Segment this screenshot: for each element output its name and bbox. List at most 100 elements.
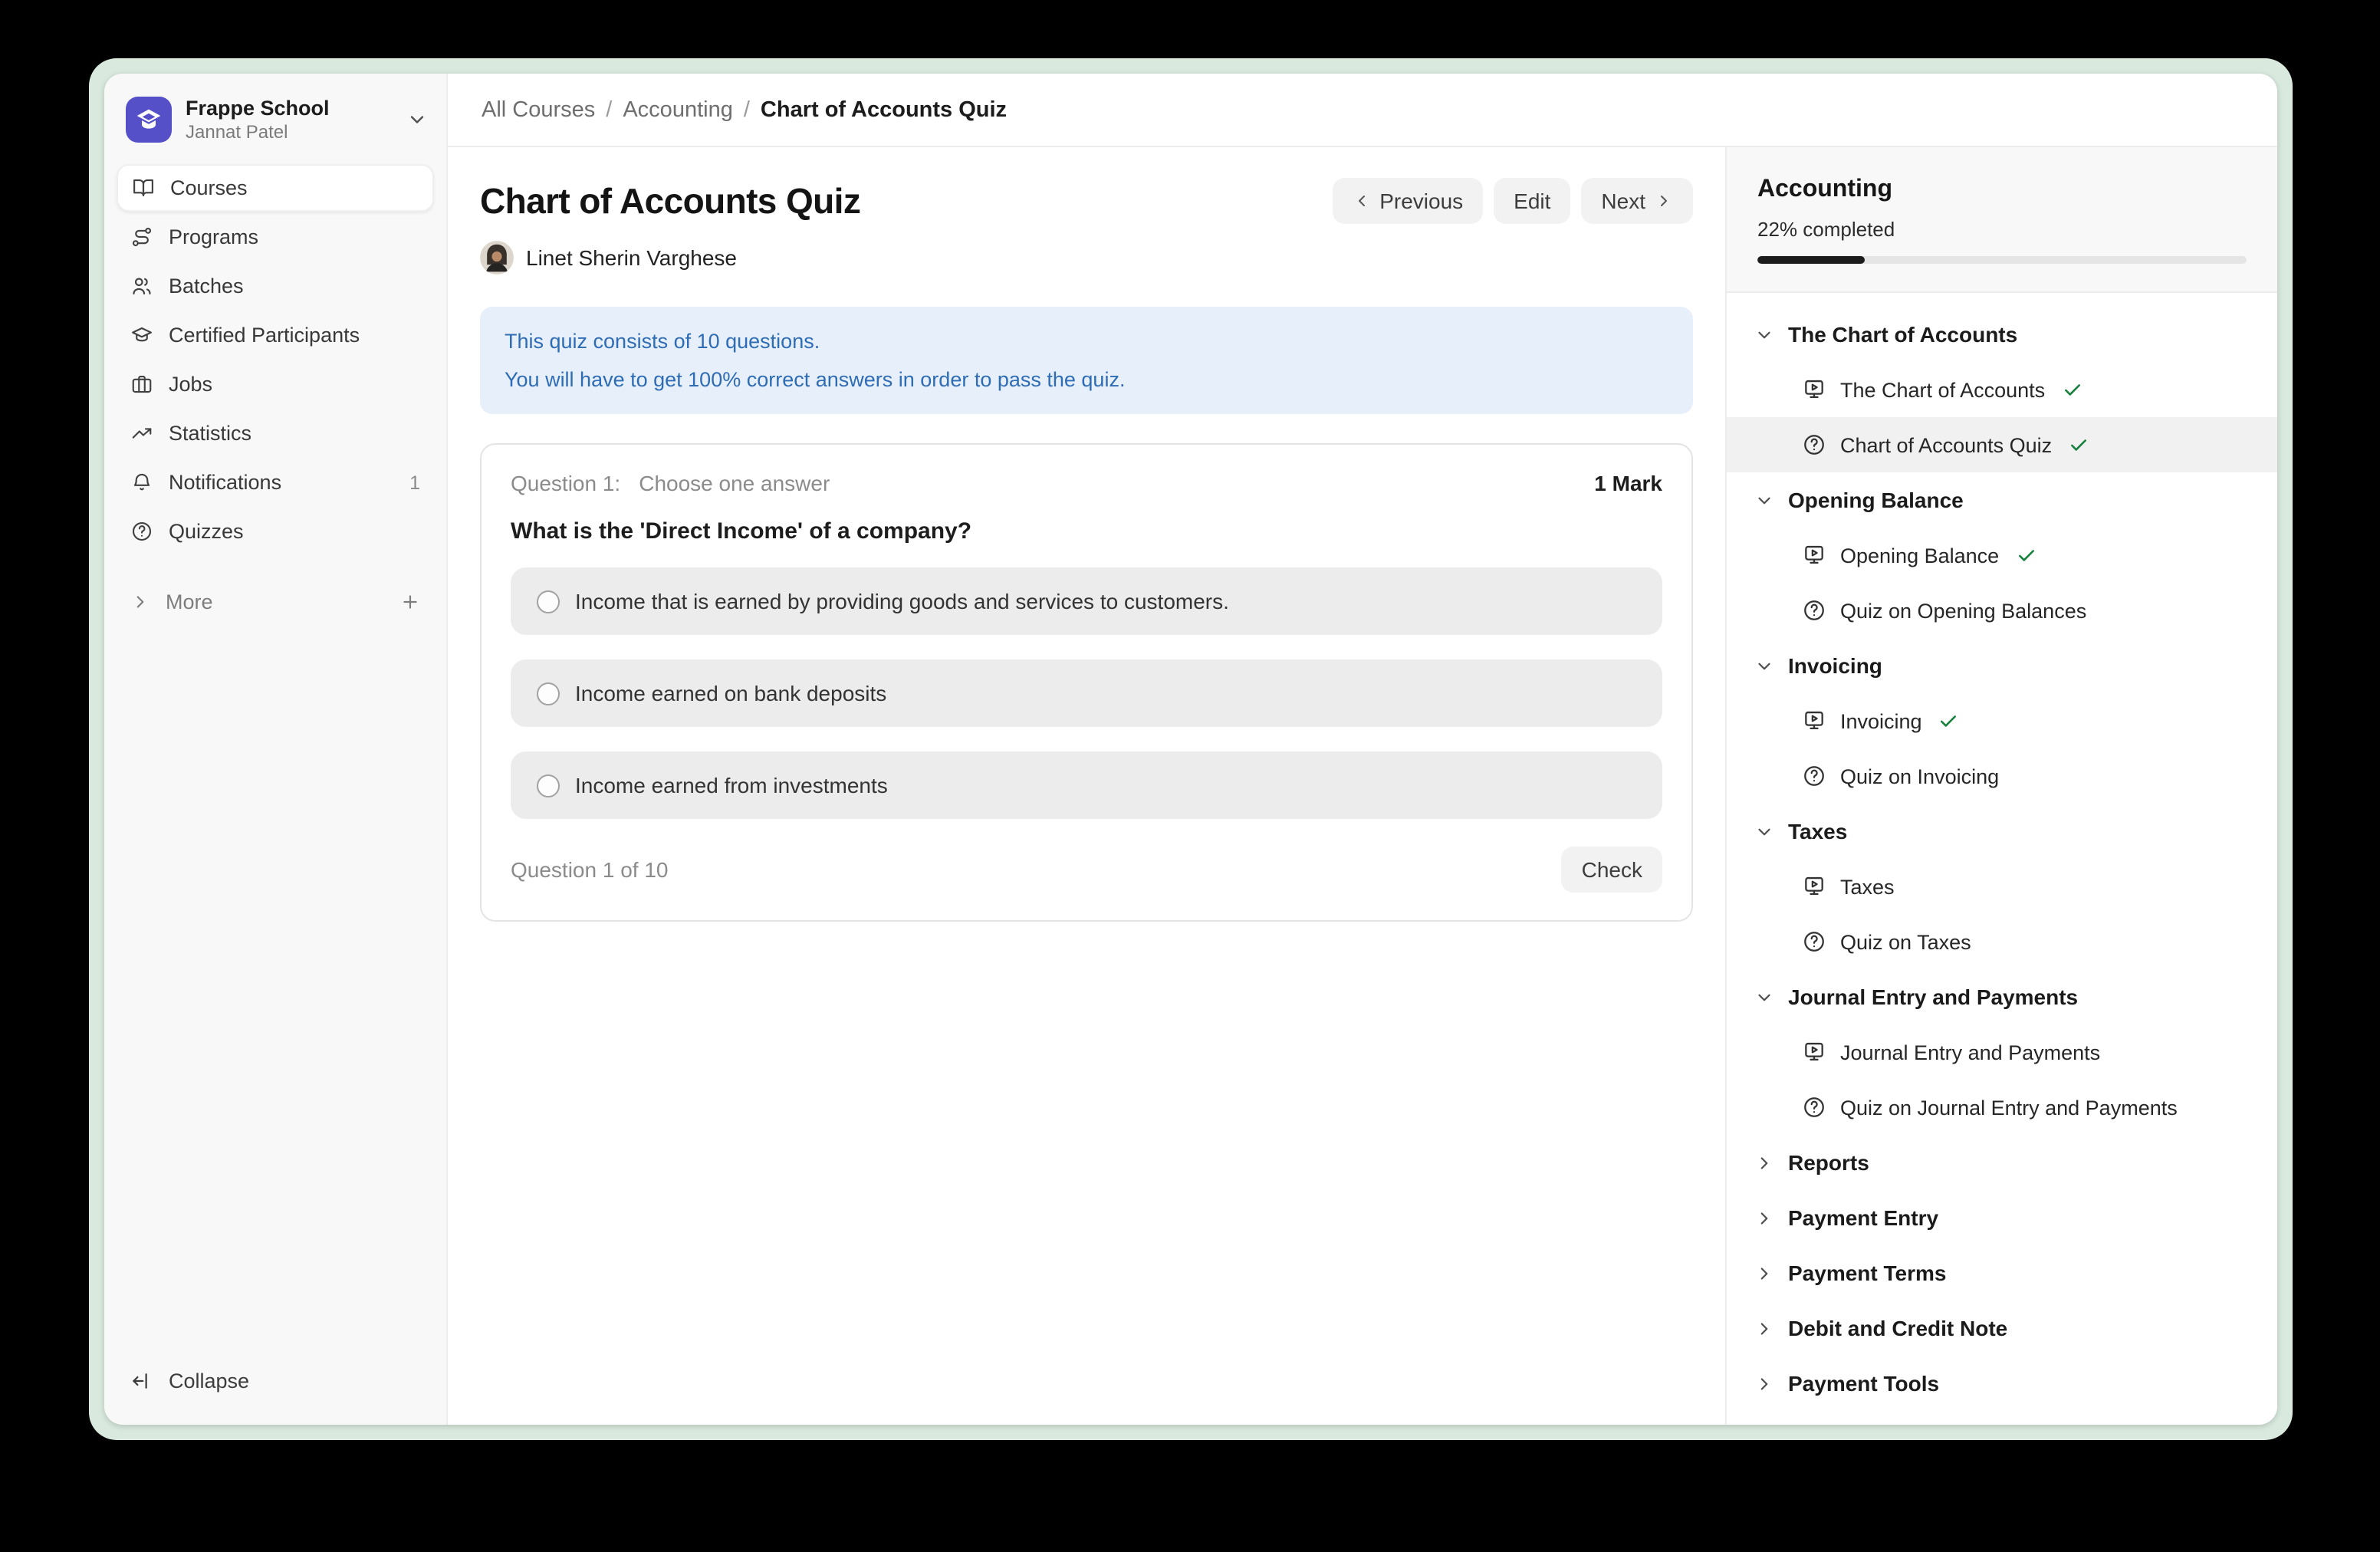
chevron-left-icon	[1352, 192, 1370, 210]
lesson-quiz-on-invoicing[interactable]: Quiz on Invoicing	[1727, 748, 2277, 804]
monitor-play-icon	[1802, 1040, 1826, 1064]
chapter-title: Reports	[1788, 1150, 1869, 1175]
lesson-taxes[interactable]: Taxes	[1727, 859, 2277, 914]
sidebar-item-notifications[interactable]: Notifications1	[117, 459, 434, 507]
sidebar-item-label: Batches	[169, 275, 420, 298]
chapter-payment-entry[interactable]: Payment Entry	[1727, 1190, 2277, 1245]
course-name: Accounting	[1757, 176, 2247, 204]
help-circle-icon	[1802, 1095, 1826, 1120]
sidebar-item-quizzes[interactable]: Quizzes	[117, 508, 434, 556]
course-outline-list: The Chart of AccountsThe Chart of Accoun…	[1727, 293, 2277, 1425]
lesson-quiz-on-journal-entry-and-payments[interactable]: Quiz on Journal Entry and Payments	[1727, 1080, 2277, 1135]
author-row: Linet Sherin Varghese	[480, 241, 1693, 275]
chevron-right-icon	[1754, 1318, 1774, 1338]
chapter-the-chart-of-accounts[interactable]: The Chart of Accounts	[1727, 307, 2277, 362]
chapter-debit-and-credit-note[interactable]: Debit and Credit Note	[1727, 1300, 2277, 1356]
workspace-switcher[interactable]: Frappe School Jannat Patel	[117, 74, 434, 162]
workspace-name: Frappe School	[186, 97, 393, 120]
chapter-payment-tools[interactable]: Payment Tools	[1727, 1356, 2277, 1411]
lesson-quiz-on-taxes[interactable]: Quiz on Taxes	[1727, 914, 2277, 969]
chevron-right-icon	[1754, 1263, 1774, 1283]
route-icon	[130, 226, 153, 249]
breadcrumb-current: Chart of Accounts Quiz	[761, 97, 1007, 122]
more-label: More	[166, 590, 385, 613]
lesson-opening-balance[interactable]: Opening Balance	[1727, 528, 2277, 583]
app-window: Frappe School Jannat Patel Courses Progra…	[89, 58, 2293, 1440]
chevron-down-icon	[1754, 656, 1774, 676]
edit-label: Edit	[1514, 189, 1550, 213]
chapter-invoicing[interactable]: Invoicing	[1727, 638, 2277, 693]
radio-button-icon[interactable]	[537, 682, 560, 705]
breadcrumb-all-courses[interactable]: All Courses	[482, 97, 595, 122]
chevron-down-icon	[1754, 324, 1774, 344]
chevron-right-icon	[1754, 1152, 1774, 1172]
chapter-title: Payment Terms	[1788, 1261, 1946, 1285]
sidebar-item-courses[interactable]: Courses	[117, 165, 434, 212]
course-progress-text: 22% completed	[1757, 218, 2247, 241]
author-name: Linet Sherin Varghese	[526, 245, 737, 270]
sidebar-item-label: Statistics	[169, 423, 420, 446]
next-button[interactable]: Next	[1581, 178, 1693, 224]
users-icon	[130, 275, 153, 298]
chapter-title: Opening Balance	[1788, 488, 1964, 512]
sidebar-item-programs[interactable]: Programs	[117, 214, 434, 261]
chapter-opening-balance[interactable]: Opening Balance	[1727, 472, 2277, 528]
course-outline-header: Accounting 22% completed	[1727, 147, 2277, 293]
monitor-play-icon	[1802, 709, 1826, 733]
lesson-invoicing[interactable]: Invoicing	[1727, 693, 2277, 748]
monitor-play-icon	[1802, 874, 1826, 899]
lesson-chart-of-accounts-quiz[interactable]: Chart of Accounts Quiz	[1727, 417, 2277, 472]
question-instruction: Choose one answer	[639, 471, 1594, 495]
answer-option-2[interactable]: Income earned on bank deposits	[511, 659, 1662, 727]
plus-icon[interactable]	[400, 592, 420, 612]
lesson-the-chart-of-accounts[interactable]: The Chart of Accounts	[1727, 362, 2277, 417]
sidebar-item-certified-participants[interactable]: Certified Participants	[117, 312, 434, 360]
monitor-play-icon	[1802, 377, 1826, 402]
lesson-title: Quiz on Opening Balances	[1840, 599, 2086, 622]
collapse-label: Collapse	[169, 1369, 249, 1392]
answer-options: Income that is earned by providing goods…	[511, 567, 1662, 819]
sidebar-item-label: Notifications	[169, 472, 394, 495]
sidebar-item-label: Programs	[169, 226, 420, 249]
answer-option-label: Income that is earned by providing goods…	[575, 589, 1229, 613]
previous-button[interactable]: Previous	[1332, 178, 1483, 224]
sidebar-nav: Courses Programs Batches Certified Particip…	[117, 165, 434, 556]
question-text: What is the 'Direct Income' of a company…	[511, 518, 1662, 544]
sidebar-item-more[interactable]: More	[117, 579, 434, 625]
chapter-reports[interactable]: Reports	[1727, 1135, 2277, 1190]
sidebar-item-jobs[interactable]: Jobs	[117, 361, 434, 409]
question-card: Question 1: Choose one answer 1 Mark Wha…	[480, 443, 1693, 922]
check-button[interactable]: Check	[1562, 847, 1662, 893]
collapse-sidebar-button[interactable]: Collapse	[117, 1354, 434, 1406]
breadcrumb: All Courses / Accounting / Chart of Acco…	[482, 97, 1007, 122]
sidebar-item-label: Certified Participants	[169, 324, 420, 347]
check-label: Check	[1582, 857, 1642, 882]
chevron-right-icon	[1754, 1208, 1774, 1228]
answer-option-3[interactable]: Income earned from investments	[511, 751, 1662, 819]
chevron-right-icon	[130, 592, 150, 612]
question-number-label: Question 1:	[511, 471, 620, 495]
edit-button[interactable]: Edit	[1494, 178, 1570, 224]
chapter-journal-entry-and-payments[interactable]: Journal Entry and Payments	[1727, 969, 2277, 1024]
chapter-payment-terms[interactable]: Payment Terms	[1727, 1245, 2277, 1300]
lesson-quiz-on-opening-balances[interactable]: Quiz on Opening Balances	[1727, 583, 2277, 638]
breadcrumb-accounting[interactable]: Accounting	[623, 97, 733, 122]
radio-button-icon[interactable]	[537, 774, 560, 797]
graduation-cap-icon	[130, 324, 153, 347]
answer-option-1[interactable]: Income that is earned by providing goods…	[511, 567, 1662, 635]
chevron-down-icon	[406, 109, 428, 130]
next-label: Next	[1601, 189, 1645, 213]
sidebar-item-batches[interactable]: Batches	[117, 263, 434, 311]
answer-option-label: Income earned on bank deposits	[575, 681, 886, 705]
check-icon	[2016, 545, 2036, 565]
chapter-title: Payment Entry	[1788, 1205, 1938, 1230]
radio-button-icon[interactable]	[537, 590, 560, 613]
lesson-title: Invoicing	[1840, 709, 1922, 732]
trending-up-icon	[130, 423, 153, 446]
help-circle-icon	[1802, 598, 1826, 623]
sidebar-item-statistics[interactable]: Statistics	[117, 410, 434, 458]
quiz-toolbar: Previous Edit Next	[1332, 178, 1693, 224]
workspace-user: Jannat Patel	[186, 122, 393, 143]
lesson-journal-entry-and-payments[interactable]: Journal Entry and Payments	[1727, 1024, 2277, 1080]
chapter-taxes[interactable]: Taxes	[1727, 804, 2277, 859]
